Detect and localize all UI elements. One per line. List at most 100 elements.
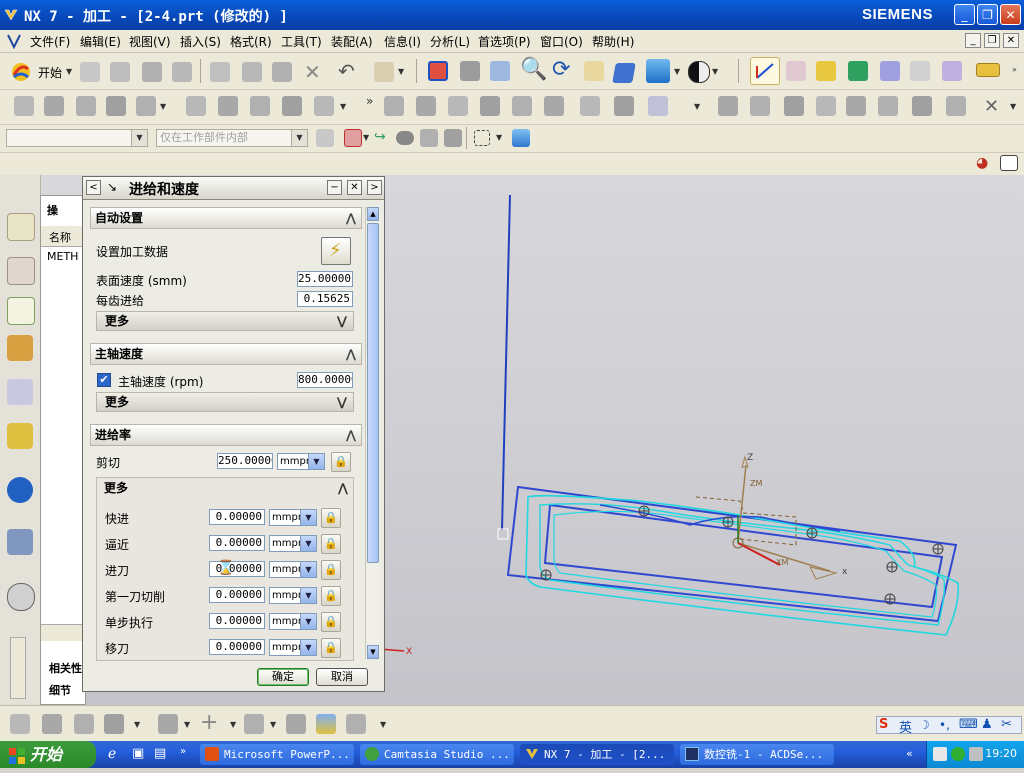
approach-lock-button[interactable]: 🔒 xyxy=(321,534,341,554)
scroll-thumb[interactable] xyxy=(367,223,379,563)
traversal-lock-button[interactable]: 🔒 xyxy=(321,638,341,658)
layer-icon[interactable] xyxy=(286,714,306,734)
tool-icon[interactable] xyxy=(480,96,500,116)
fullscreen-icon[interactable] xyxy=(1000,155,1018,171)
menu-window[interactable]: 窗口(O) xyxy=(540,33,583,50)
set-machining-data-button[interactable]: ⚡ xyxy=(321,237,351,265)
task-powerpoint[interactable]: Microsoft PowerP... xyxy=(200,744,354,765)
zoom-icon[interactable] xyxy=(490,61,510,81)
stepover-lock-button[interactable]: 🔒 xyxy=(321,612,341,632)
media-quicklaunch-icon[interactable]: ▣ xyxy=(132,746,144,761)
edit-feature-icon[interactable] xyxy=(878,96,898,116)
show-hide-icon[interactable] xyxy=(346,714,366,734)
cancel-button[interactable]: 取消 xyxy=(316,668,368,686)
selection-scope-combo[interactable]: 仅在工作部件内部 ▼ xyxy=(156,129,308,147)
background-dropdown-icon[interactable]: ▼ xyxy=(712,67,718,76)
method-view-icon[interactable] xyxy=(544,96,564,116)
program-view-icon[interactable] xyxy=(580,96,600,116)
view-dropdown-icon[interactable]: ▼ xyxy=(134,720,140,729)
network-icon[interactable] xyxy=(933,747,947,761)
volume-icon[interactable] xyxy=(969,747,983,761)
create-program-icon[interactable] xyxy=(14,96,34,116)
previous-dialog-icon[interactable]: < xyxy=(86,180,101,195)
arrow-icon[interactable]: ↪ xyxy=(374,129,386,145)
menu-insert[interactable]: 插入(S) xyxy=(180,33,221,50)
pan-icon[interactable] xyxy=(584,61,604,81)
create-operation-icon[interactable] xyxy=(136,96,156,116)
web-browser-icon[interactable] xyxy=(7,529,33,555)
create-method-icon[interactable] xyxy=(106,96,126,116)
menu-assembly[interactable]: 装配(A) xyxy=(331,33,373,50)
filter-dropdown-icon[interactable]: ▼ xyxy=(398,67,404,76)
stepover-input[interactable]: 0.00000 xyxy=(209,613,265,629)
surface-icon[interactable] xyxy=(846,96,866,116)
constraint-navigator-icon[interactable] xyxy=(7,257,35,285)
list-path-icon[interactable] xyxy=(250,96,270,116)
render-style-icon[interactable] xyxy=(646,59,670,83)
program-order-view-icon[interactable] xyxy=(10,714,30,734)
display-dropdown-icon[interactable]: ▼ xyxy=(694,102,700,111)
path-dropdown-icon[interactable]: ▼ xyxy=(340,102,346,111)
mdi-minimize-button[interactable]: _ xyxy=(965,33,981,48)
auto-more-toggle[interactable]: 更多 ⋁ xyxy=(96,311,354,331)
selection-filter-icon[interactable] xyxy=(374,62,394,82)
cut-icon[interactable] xyxy=(210,62,230,82)
cut-feed-lock-button[interactable]: 🔒 xyxy=(331,452,351,472)
create-tool-icon[interactable] xyxy=(44,96,64,116)
undo-icon[interactable]: ↶ xyxy=(338,59,355,83)
menu-format[interactable]: 格式(R) xyxy=(230,33,272,50)
dialog-minimize-icon[interactable]: − xyxy=(327,180,342,195)
quicklaunch-overflow-icon[interactable]: » xyxy=(180,746,186,757)
menu-preferences[interactable]: 首选项(P) xyxy=(478,33,531,50)
rapid-lock-button[interactable]: 🔒 xyxy=(321,508,341,528)
type-filter-combo[interactable]: ▼ xyxy=(6,129,148,147)
start-menu-label[interactable]: 开始 xyxy=(38,64,62,81)
dialog-title-bar[interactable]: < ↘ 进给和速度 − ✕ > xyxy=(83,177,384,200)
analysis-icon[interactable] xyxy=(718,96,738,116)
blank-icon[interactable] xyxy=(316,714,336,734)
approach-input[interactable]: 0.00000 xyxy=(209,535,265,551)
face-icon[interactable] xyxy=(420,129,438,147)
navigator-hscroll[interactable] xyxy=(41,624,87,641)
menu-tools[interactable]: 工具(T) xyxy=(281,33,322,50)
tool-path-icon[interactable] xyxy=(848,61,868,81)
show-dropdown-icon[interactable]: ▼ xyxy=(380,720,386,729)
wcs-orient-icon[interactable] xyxy=(786,61,806,81)
english-mode-icon[interactable]: 英 xyxy=(899,717,912,736)
synchronous-icon[interactable] xyxy=(784,96,804,116)
info-icon[interactable] xyxy=(7,477,33,503)
spindle-more-toggle[interactable]: 更多 ⋁ xyxy=(96,392,354,412)
pin-icon[interactable]: ↘ xyxy=(107,180,117,194)
approach-unit-select[interactable]: mmpm ▼ xyxy=(269,535,317,552)
save-icon[interactable] xyxy=(142,62,162,82)
machine-navigator-icon[interactable] xyxy=(7,335,33,361)
first-cut-lock-button[interactable]: 🔒 xyxy=(321,586,341,606)
tray-expand-icon[interactable]: « xyxy=(906,747,913,760)
feature-dropdown-icon[interactable]: ▼ xyxy=(1010,102,1016,111)
spindle-speed-checkbox[interactable]: ✔ xyxy=(97,373,111,387)
engage-lock-button[interactable]: 🔒 xyxy=(321,560,341,580)
first-cut-input[interactable]: 0.00000 xyxy=(209,587,265,603)
start-dropdown-icon[interactable]: ▼ xyxy=(66,67,72,76)
ime-toolbar[interactable]: S 英 ☽ •, ⌨ ♟ ✂ xyxy=(876,716,1022,736)
next-dialog-icon[interactable]: > xyxy=(367,180,382,195)
surface-speed-input[interactable]: 25.00000 xyxy=(297,271,353,287)
copy-icon[interactable] xyxy=(242,62,262,82)
snap-point-icon[interactable] xyxy=(344,129,362,147)
print-icon[interactable] xyxy=(172,62,192,82)
display-icon[interactable] xyxy=(648,96,668,116)
rectangle-select-icon[interactable] xyxy=(474,130,490,146)
start-button[interactable]: 开始 xyxy=(0,741,96,768)
new-file-icon[interactable] xyxy=(80,62,100,82)
mdi-restore-button[interactable]: ❐ xyxy=(984,33,1000,48)
auto-settings-header[interactable]: 自动设置 ⋀ xyxy=(90,207,362,229)
delete-icon[interactable]: ✕ xyxy=(304,60,321,84)
window-title-bar[interactable]: NX 7 - 加工 - [2-4.prt (修改的) ] SIEMENS _ ❐… xyxy=(0,0,1024,30)
menu-view[interactable]: 视图(V) xyxy=(129,33,171,50)
generate-path-icon[interactable] xyxy=(186,96,206,116)
paste-icon[interactable] xyxy=(272,62,292,82)
cut-feed-unit-select[interactable]: mmpm ▼ xyxy=(277,453,325,470)
zoom-magnifier-icon[interactable]: 🔍 xyxy=(520,57,547,82)
operation-navigator-icon[interactable] xyxy=(7,297,35,325)
block-icon[interactable] xyxy=(946,96,966,116)
